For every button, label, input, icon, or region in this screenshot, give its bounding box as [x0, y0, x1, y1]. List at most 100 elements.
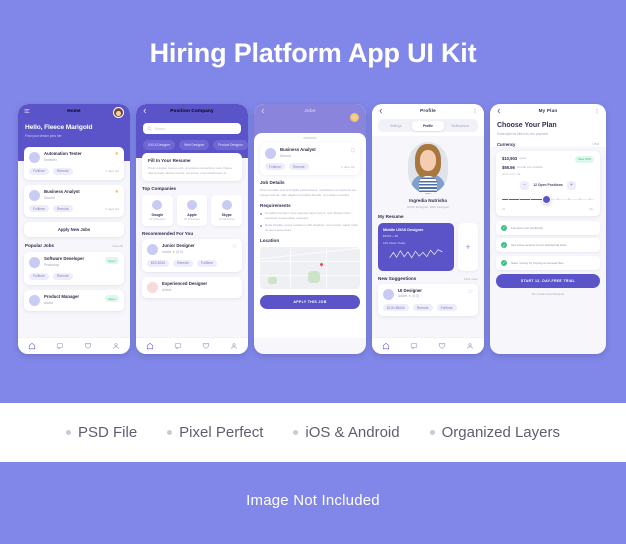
heart-icon[interactable]	[202, 342, 210, 350]
person-icon[interactable]	[230, 342, 238, 350]
company-logo	[29, 152, 40, 163]
feature-label: iOS & Android	[305, 424, 400, 441]
page-title: Hiring Platform App UI Kit	[149, 38, 477, 68]
company-name: Skype	[221, 212, 232, 217]
company-logo	[265, 147, 276, 159]
heart-outline-icon[interactable]	[232, 244, 237, 249]
feature-text: Save money by buying an annual plan	[511, 260, 564, 265]
job-card[interactable]: Experienced Designer Airbnb	[142, 276, 242, 298]
bottom-nav	[136, 337, 248, 354]
my-plan-header: My Plan Choose Your Plan Subscriptions b…	[490, 104, 606, 147]
category-chip[interactable]: UX/UI Designer	[143, 140, 176, 150]
resume-card[interactable]: Middle UX/UI Designer $4529 + 80 129 Vie…	[378, 222, 454, 271]
chat-icon[interactable]	[174, 342, 182, 350]
screen-title: Profile	[420, 108, 436, 113]
card-body: Proin volutpat massa erat, ut tempus con…	[148, 166, 233, 175]
job-tag: Fulltime	[29, 167, 49, 175]
monthly-price: $55.56	[502, 164, 515, 170]
company-card[interactable]: Google 32 Vacancies	[142, 194, 173, 227]
job-card[interactable]: Product Manager Adobe Open	[24, 290, 124, 312]
job-details-sheet: Business Analyst Discord Fulltime Remote…	[254, 133, 366, 338]
category-chips: UX/UI Designer Web Designer Product Desi…	[136, 134, 248, 150]
resume-views: 129 Views Today	[383, 240, 406, 245]
star-icon[interactable]: ★	[115, 189, 119, 195]
person-icon[interactable]	[112, 342, 120, 350]
job-company: Adobe ★ (5.0)	[162, 250, 183, 254]
company-card[interactable]: Skype 12 Vacancies	[211, 194, 243, 227]
job-days-left: 7 days left	[105, 169, 119, 174]
more-vertical-icon[interactable]	[594, 108, 600, 114]
screen-title: Jobs	[304, 108, 316, 113]
tab-notifications[interactable]: Notifications	[444, 121, 476, 131]
positions-slider[interactable]	[502, 194, 594, 206]
bookmark-icon[interactable]	[351, 147, 355, 153]
phone-screen-my-plan: My Plan Choose Your Plan Subscriptions b…	[490, 104, 606, 354]
bottom-nav	[372, 337, 484, 354]
more-vertical-icon[interactable]	[472, 108, 478, 114]
fill-resume-card[interactable]: Fill In Your Resume Proin volutpat massa…	[142, 153, 242, 181]
apply-new-jobs-button[interactable]: Apply New Jobs	[24, 222, 124, 238]
top-companies-title: Top Companies	[142, 185, 177, 191]
save-badge: Save 20%	[574, 155, 594, 163]
search-input[interactable]: Search	[143, 123, 241, 134]
back-arrow-icon[interactable]	[378, 108, 384, 114]
job-card[interactable]: UI Designer Adobe ★ (5.0) $100-$500k Rem…	[378, 283, 478, 317]
company-card[interactable]: Apple 20 Vacancies	[176, 194, 208, 227]
location-map[interactable]	[260, 246, 360, 289]
home-icon[interactable]	[146, 342, 154, 350]
apply-this-job-button[interactable]: APPLY THIS JOB	[260, 294, 360, 309]
back-arrow-icon[interactable]	[142, 108, 148, 114]
star-icon[interactable]: ★	[115, 152, 119, 157]
tab-profile[interactable]: Profile	[411, 120, 445, 131]
feature-text: List open (12 positions)	[511, 225, 543, 230]
back-arrow-icon[interactable]	[496, 108, 502, 114]
profile-header: Profile Settings Profile Notifications	[372, 104, 484, 136]
company-vacancies: 20 Vacancies	[184, 218, 200, 222]
chat-icon[interactable]	[56, 342, 64, 350]
section-title: Popular Jobs	[25, 243, 55, 249]
job-card[interactable]: Junior Designer Adobe ★ (5.0) $20-$240 R…	[142, 239, 242, 272]
bottom-nav	[18, 337, 130, 354]
company-logo	[29, 189, 40, 201]
plus-icon[interactable]: +	[458, 222, 478, 271]
home-icon[interactable]	[28, 342, 36, 350]
find-more-link[interactable]: Find more	[464, 277, 478, 281]
profile-role: UX/UI Designer, Web Designer	[406, 204, 450, 209]
view-all-link[interactable]: View All	[112, 244, 123, 248]
heart-outline-icon[interactable]	[468, 289, 473, 294]
job-card[interactable]: Software Developer Photoshop Open Fullti…	[24, 252, 124, 286]
job-details-title: Job Details	[260, 180, 285, 186]
category-chip[interactable]: Product Designer	[213, 140, 248, 150]
map-pin-icon	[319, 262, 324, 267]
feature-label: PSD File	[77, 424, 138, 441]
start-free-trial-button[interactable]: START 12- DAY-FREE TRIAL	[496, 273, 600, 288]
stepper-decrement[interactable]: −	[520, 180, 530, 190]
back-arrow-icon[interactable]	[260, 108, 266, 114]
search-placeholder: Search	[155, 126, 166, 131]
slider-scale: 10 50+	[502, 207, 594, 211]
heart-icon[interactable]	[438, 342, 446, 350]
annual-period: /year	[519, 155, 527, 160]
job-card: Business Analyst Discord Fulltime Remote…	[260, 142, 360, 176]
job-card[interactable]: Automation Tester Ennbbler ★ Fulltime Re…	[24, 147, 124, 180]
profile-tabs: Settings Profile Notifications	[378, 119, 478, 132]
sheet-grabber[interactable]	[303, 137, 317, 139]
job-company: Photoshop	[44, 263, 60, 268]
slider-knob[interactable]	[542, 195, 552, 204]
currency-row[interactable]: Currency USD	[490, 142, 606, 147]
menu-icon[interactable]	[24, 108, 30, 114]
job-card[interactable]: Business Analyst Discord ★ Fulltime Remo…	[24, 184, 124, 218]
company-logo	[29, 295, 40, 307]
avatar[interactable]	[113, 107, 124, 118]
navbar: My Plan	[490, 104, 606, 117]
stepper-increment[interactable]: +	[566, 180, 576, 190]
company-name: Apple	[187, 212, 197, 217]
search-icon	[147, 126, 152, 131]
tab-settings[interactable]: Settings	[380, 121, 412, 131]
heart-icon[interactable]	[84, 342, 92, 350]
chat-icon[interactable]	[410, 342, 418, 350]
feature-item: iOS & Android	[293, 424, 400, 441]
home-icon[interactable]	[382, 342, 390, 350]
category-chip[interactable]: Web Designer	[179, 140, 210, 150]
person-icon[interactable]	[466, 342, 474, 350]
